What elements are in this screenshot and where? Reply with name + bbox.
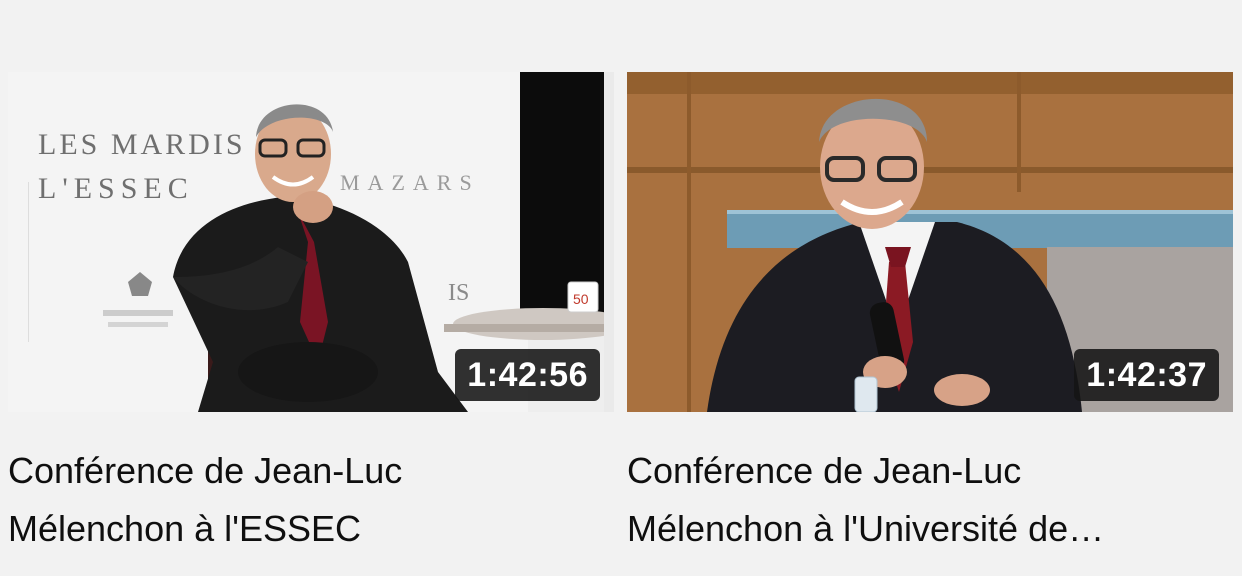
- video-grid: LES MARDIS L'ESSEC MAZARS IS 50 1:42:56 …: [0, 0, 1242, 576]
- backdrop-text-partial: IS: [448, 280, 469, 306]
- video-thumbnail[interactable]: LES MARDIS L'ESSEC MAZARS IS 50 1:42:56: [8, 72, 614, 412]
- duration-badge: 1:42:37: [1074, 349, 1219, 401]
- video-title[interactable]: Conférence de Jean-Luc Mélenchon à l'Uni…: [627, 442, 1157, 558]
- backdrop-text-mazars: MAZARS: [340, 170, 480, 195]
- video-thumbnail[interactable]: 1:42:37: [627, 72, 1233, 412]
- video-card[interactable]: 1:42:37 Conférence de Jean-Luc Mélenchon…: [627, 72, 1233, 558]
- backdrop-text-essec: L'ESSEC: [38, 172, 194, 205]
- cup-number: 50: [573, 291, 589, 307]
- video-title[interactable]: Conférence de Jean-Luc Mélenchon à l'ESS…: [8, 442, 568, 558]
- backdrop-text-mardis: LES MARDIS: [38, 128, 246, 161]
- duration-badge: 1:42:56: [455, 349, 600, 401]
- video-card[interactable]: LES MARDIS L'ESSEC MAZARS IS 50 1:42:56 …: [8, 72, 614, 558]
